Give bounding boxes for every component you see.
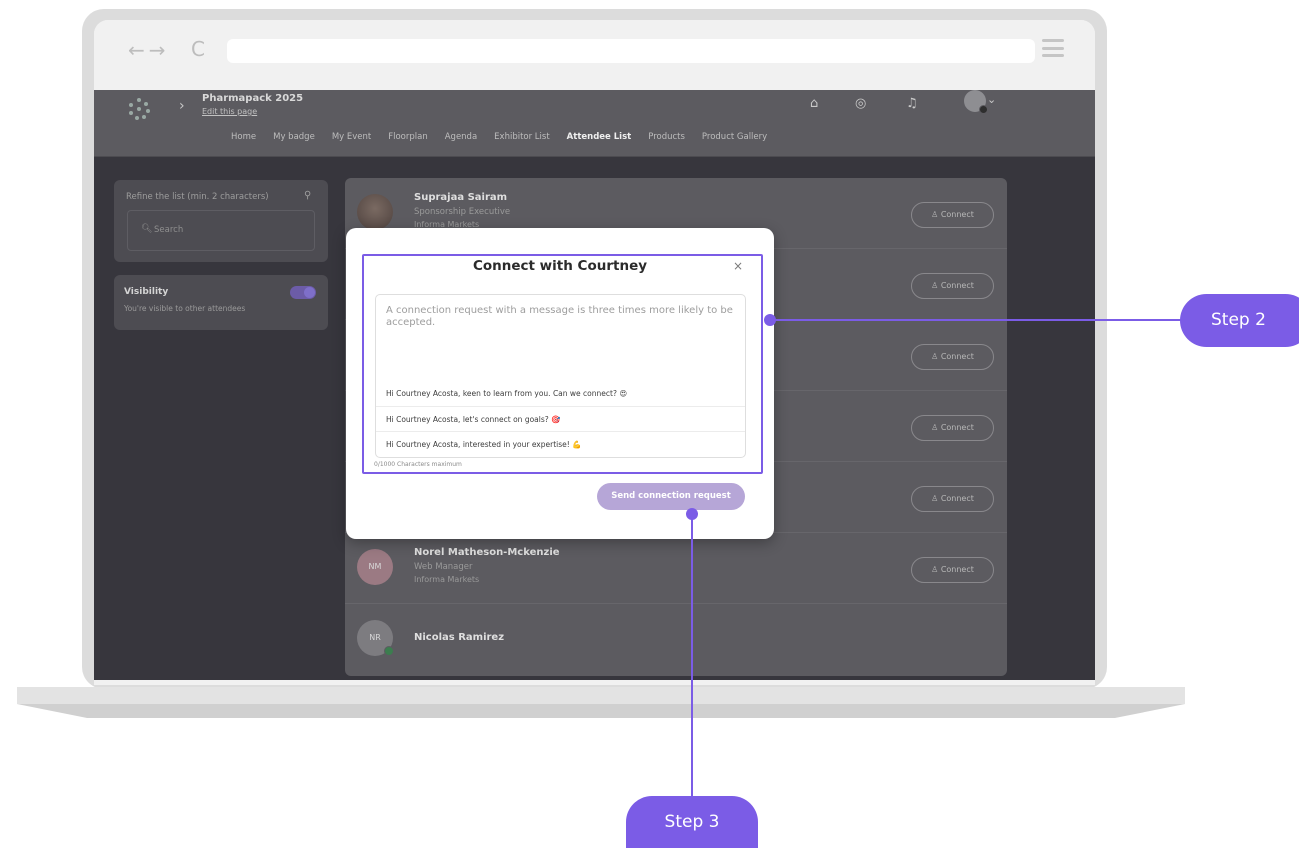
attendee-title: Web Manager [414,562,473,572]
back-forward-icons[interactable]: ←→ [128,38,170,62]
step2-label: Step 2 [1180,294,1299,347]
nav-agenda[interactable]: Agenda [445,132,477,142]
attendee-company: Informa Markets [414,575,480,584]
step3-dot [686,508,698,520]
search-input[interactable]: 🔍︎ Search [127,210,315,251]
step2-connector [769,319,1187,321]
laptop-base-edge [17,704,1185,718]
attendee-name[interactable]: Suprajaa Sairam [414,192,507,203]
visibility-title: Visibility [124,287,169,297]
event-name: Pharmapack 2025 [202,93,304,104]
avatar[interactable] [357,194,393,230]
app-header: › Pharmapack 2025 Edit this page ⌂ ◎ ♫ ⌄… [94,90,1095,157]
main-nav: Home My badge My Event Floorplan Agenda … [231,132,767,142]
attendee-name[interactable]: Norel Matheson-Mckenzie [414,547,560,558]
search-placeholder: Search [154,225,184,235]
visibility-toggle[interactable] [290,286,316,299]
laptop-base [17,687,1185,704]
nav-floorplan[interactable]: Floorplan [388,132,428,142]
connect-button[interactable]: ♙ Connect [911,486,994,512]
nav-my-event[interactable]: My Event [332,132,371,142]
connect-button[interactable]: ♙ Connect [911,202,994,228]
chevron-down-icon[interactable]: ⌄ [987,93,996,106]
browser-toolbar: ←→ C [94,20,1095,90]
filter-label: Refine the list (min. 2 characters) [126,192,269,202]
step2-dot [764,314,776,326]
reload-icon[interactable]: C [191,37,205,61]
nav-product-gallery[interactable]: Product Gallery [702,132,767,142]
nav-my-badge[interactable]: My badge [273,132,315,142]
url-bar[interactable] [227,39,1035,63]
online-status-icon [384,646,394,656]
connect-button[interactable]: ♙ Connect [911,344,994,370]
step3-connector [691,513,693,796]
avatar[interactable]: NM [357,549,393,585]
attendee-name[interactable]: Nicolas Ramirez [414,632,504,643]
list-item: NM Norel Matheson-Mckenzie Web Manager I… [345,533,1007,604]
hamburger-icon[interactable] [1042,39,1064,57]
nav-attendee-list[interactable]: Attendee List [567,132,632,142]
connect-button[interactable]: ♙ Connect [911,557,994,583]
attendee-title: Sponsorship Executive [414,207,511,217]
chat-icon[interactable]: ◎ [855,96,866,111]
arrow-left-icon[interactable]: ← [128,38,149,62]
step2-highlight [362,254,763,474]
step3-label: Step 3 [626,796,758,848]
nav-exhibitor-list[interactable]: Exhibitor List [494,132,550,142]
avatar[interactable]: NR [357,620,394,656]
search-icon: 🔍︎ [141,224,153,234]
home-icon[interactable]: ⌂ [810,96,818,111]
send-connection-request-button[interactable]: Send connection request [597,483,745,510]
connect-button[interactable]: ♙ Connect [911,273,994,299]
edit-page-link[interactable]: Edit this page [202,107,257,116]
nav-home[interactable]: Home [231,132,256,142]
filter-card: Refine the list (min. 2 characters) ⚲ 🔍︎… [114,180,328,262]
visibility-subtitle: You're visible to other attendees [124,304,246,313]
event-logo-icon[interactable] [128,98,150,120]
connect-button[interactable]: ♙ Connect [911,415,994,441]
arrow-right-icon[interactable]: → [149,38,170,62]
filter-icon[interactable]: ⚲ [304,190,311,201]
chevron-right-icon: › [179,98,185,114]
bell-icon[interactable]: ♫ [906,96,918,111]
nav-products[interactable]: Products [648,132,685,142]
list-item: NR Nicolas Ramirez [345,604,1007,675]
visibility-card: Visibility You're visible to other atten… [114,275,328,330]
user-avatar[interactable] [964,90,988,114]
